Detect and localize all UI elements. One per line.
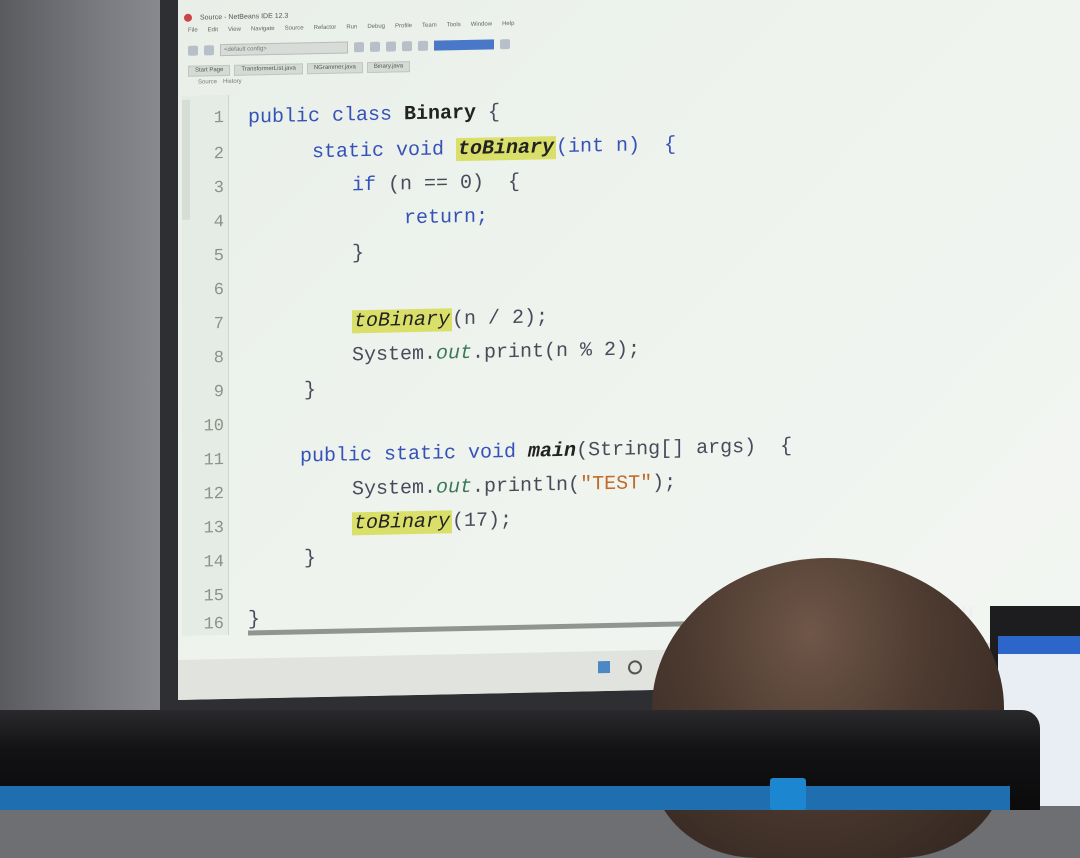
class-name: Binary xyxy=(404,101,477,127)
menu-tools[interactable]: Tools xyxy=(447,22,461,32)
editor-tabs: Start Page TransformerList.java NGrammer… xyxy=(188,53,788,77)
code-line-12[interactable]: System.out.println("TEST"); xyxy=(352,472,676,502)
line-number: 13 xyxy=(203,519,224,539)
config-select[interactable]: <default config> xyxy=(220,41,348,57)
tab-binary[interactable]: Binary.java xyxy=(366,61,411,74)
keyword: static void xyxy=(312,138,457,165)
code-line-8[interactable]: System.out.print(n % 2); xyxy=(352,338,640,367)
open-project-icon[interactable] xyxy=(204,45,214,56)
menu-profile[interactable]: Profile xyxy=(395,23,412,33)
method-name: main xyxy=(528,439,577,464)
keyword: public static void xyxy=(300,440,529,469)
menu-source[interactable]: Source xyxy=(285,25,304,35)
code-text: (n == 0) { xyxy=(376,170,521,197)
foreground-monitor-screen xyxy=(0,786,1010,810)
profile-icon[interactable] xyxy=(418,40,428,51)
gc-icon[interactable] xyxy=(500,39,510,50)
code-text: } xyxy=(304,547,317,571)
code-line-4[interactable]: return; xyxy=(404,206,488,231)
code-line-11[interactable]: public static void main(String[] args) { xyxy=(300,435,792,468)
line-number: 9 xyxy=(213,383,224,403)
line-number: 8 xyxy=(213,349,224,369)
code-text: } xyxy=(304,379,317,403)
debug-icon[interactable] xyxy=(402,41,412,52)
code-text: System. xyxy=(352,476,437,502)
line-number: 10 xyxy=(203,417,224,437)
tab-history[interactable]: History xyxy=(223,79,242,89)
static-field: out xyxy=(436,475,473,500)
code-line-9[interactable]: } xyxy=(304,379,316,402)
menu-debug[interactable]: Debug xyxy=(367,24,385,34)
person-head xyxy=(652,558,1004,858)
code-text: { xyxy=(476,101,501,125)
line-number: 12 xyxy=(203,485,224,505)
menu-refactor[interactable]: Refactor xyxy=(314,25,337,35)
code-line-3[interactable]: if (n == 0) { xyxy=(352,171,520,198)
method-name-highlighted: toBinary xyxy=(456,136,557,162)
keyword: return; xyxy=(404,205,489,231)
line-number: 6 xyxy=(213,281,224,301)
menu-file[interactable]: File xyxy=(188,28,198,38)
method-call-highlighted: toBinary xyxy=(352,308,453,334)
code-text: .print(n % 2); xyxy=(472,338,641,365)
code-text: (17); xyxy=(452,509,513,534)
menu-view[interactable]: View xyxy=(228,27,241,37)
line-number: 7 xyxy=(213,315,224,335)
menu-edit[interactable]: Edit xyxy=(208,27,218,37)
code-line-1[interactable]: public class Binary { xyxy=(248,101,500,129)
code-text: (int n) { xyxy=(556,133,677,160)
wall xyxy=(0,0,168,720)
code-line-14[interactable]: } xyxy=(304,547,316,570)
build-icon[interactable] xyxy=(354,42,364,53)
code-text: (n / 2); xyxy=(452,306,549,332)
netbeans-icon xyxy=(184,13,192,22)
run-icon[interactable] xyxy=(386,41,396,52)
code-text: ); xyxy=(652,471,677,496)
string-literal: "TEST" xyxy=(580,472,653,497)
line-number: 15 xyxy=(203,587,224,607)
code-line-7[interactable]: toBinary (n / 2); xyxy=(352,306,549,334)
line-number: 11 xyxy=(203,451,224,471)
menu-help[interactable]: Help xyxy=(502,21,514,31)
menu-run[interactable]: Run xyxy=(346,24,357,34)
new-project-icon[interactable] xyxy=(188,45,198,56)
code-text: } xyxy=(248,608,261,632)
background-monitor-titlebar xyxy=(998,636,1080,654)
navigator-strip xyxy=(182,99,190,220)
code-line-5[interactable]: } xyxy=(352,242,364,265)
line-number: 4 xyxy=(213,213,224,233)
code-line-13[interactable]: toBinary (17); xyxy=(352,509,513,536)
keyword: public class xyxy=(248,103,405,130)
code-text: } xyxy=(352,242,365,266)
menu-team[interactable]: Team xyxy=(422,23,437,33)
code-line-16[interactable]: } xyxy=(248,608,260,631)
app-icon xyxy=(770,778,806,810)
line-number: 2 xyxy=(213,145,224,165)
code-text: System. xyxy=(352,342,437,368)
keyword: if xyxy=(352,173,377,198)
method-call-highlighted: toBinary xyxy=(352,510,453,536)
line-number: 3 xyxy=(213,179,224,199)
code-line-2[interactable]: static void toBinary (int n) { xyxy=(312,134,676,165)
line-number: 16 xyxy=(203,615,224,635)
menu-navigate[interactable]: Navigate xyxy=(251,26,275,36)
code-text: .println( xyxy=(472,473,581,499)
tab-start-page[interactable]: Start Page xyxy=(188,64,231,77)
static-field: out xyxy=(436,341,473,366)
line-number: 1 xyxy=(213,109,224,129)
memory-indicator[interactable] xyxy=(434,39,494,51)
start-icon[interactable] xyxy=(598,660,610,674)
window-title: Source - NetBeans IDE 12.3 xyxy=(200,12,289,22)
line-number: 14 xyxy=(203,553,224,573)
code-text: (String[] args) { xyxy=(576,435,793,463)
clean-build-icon[interactable] xyxy=(370,41,380,52)
menu-window[interactable]: Window xyxy=(471,21,492,31)
line-number: 5 xyxy=(213,247,224,267)
tab-transformerlist[interactable]: TransformerList.java xyxy=(234,63,303,76)
tab-source[interactable]: Source xyxy=(198,79,217,89)
tab-ngrammer[interactable]: NGrammer.java xyxy=(306,62,363,75)
